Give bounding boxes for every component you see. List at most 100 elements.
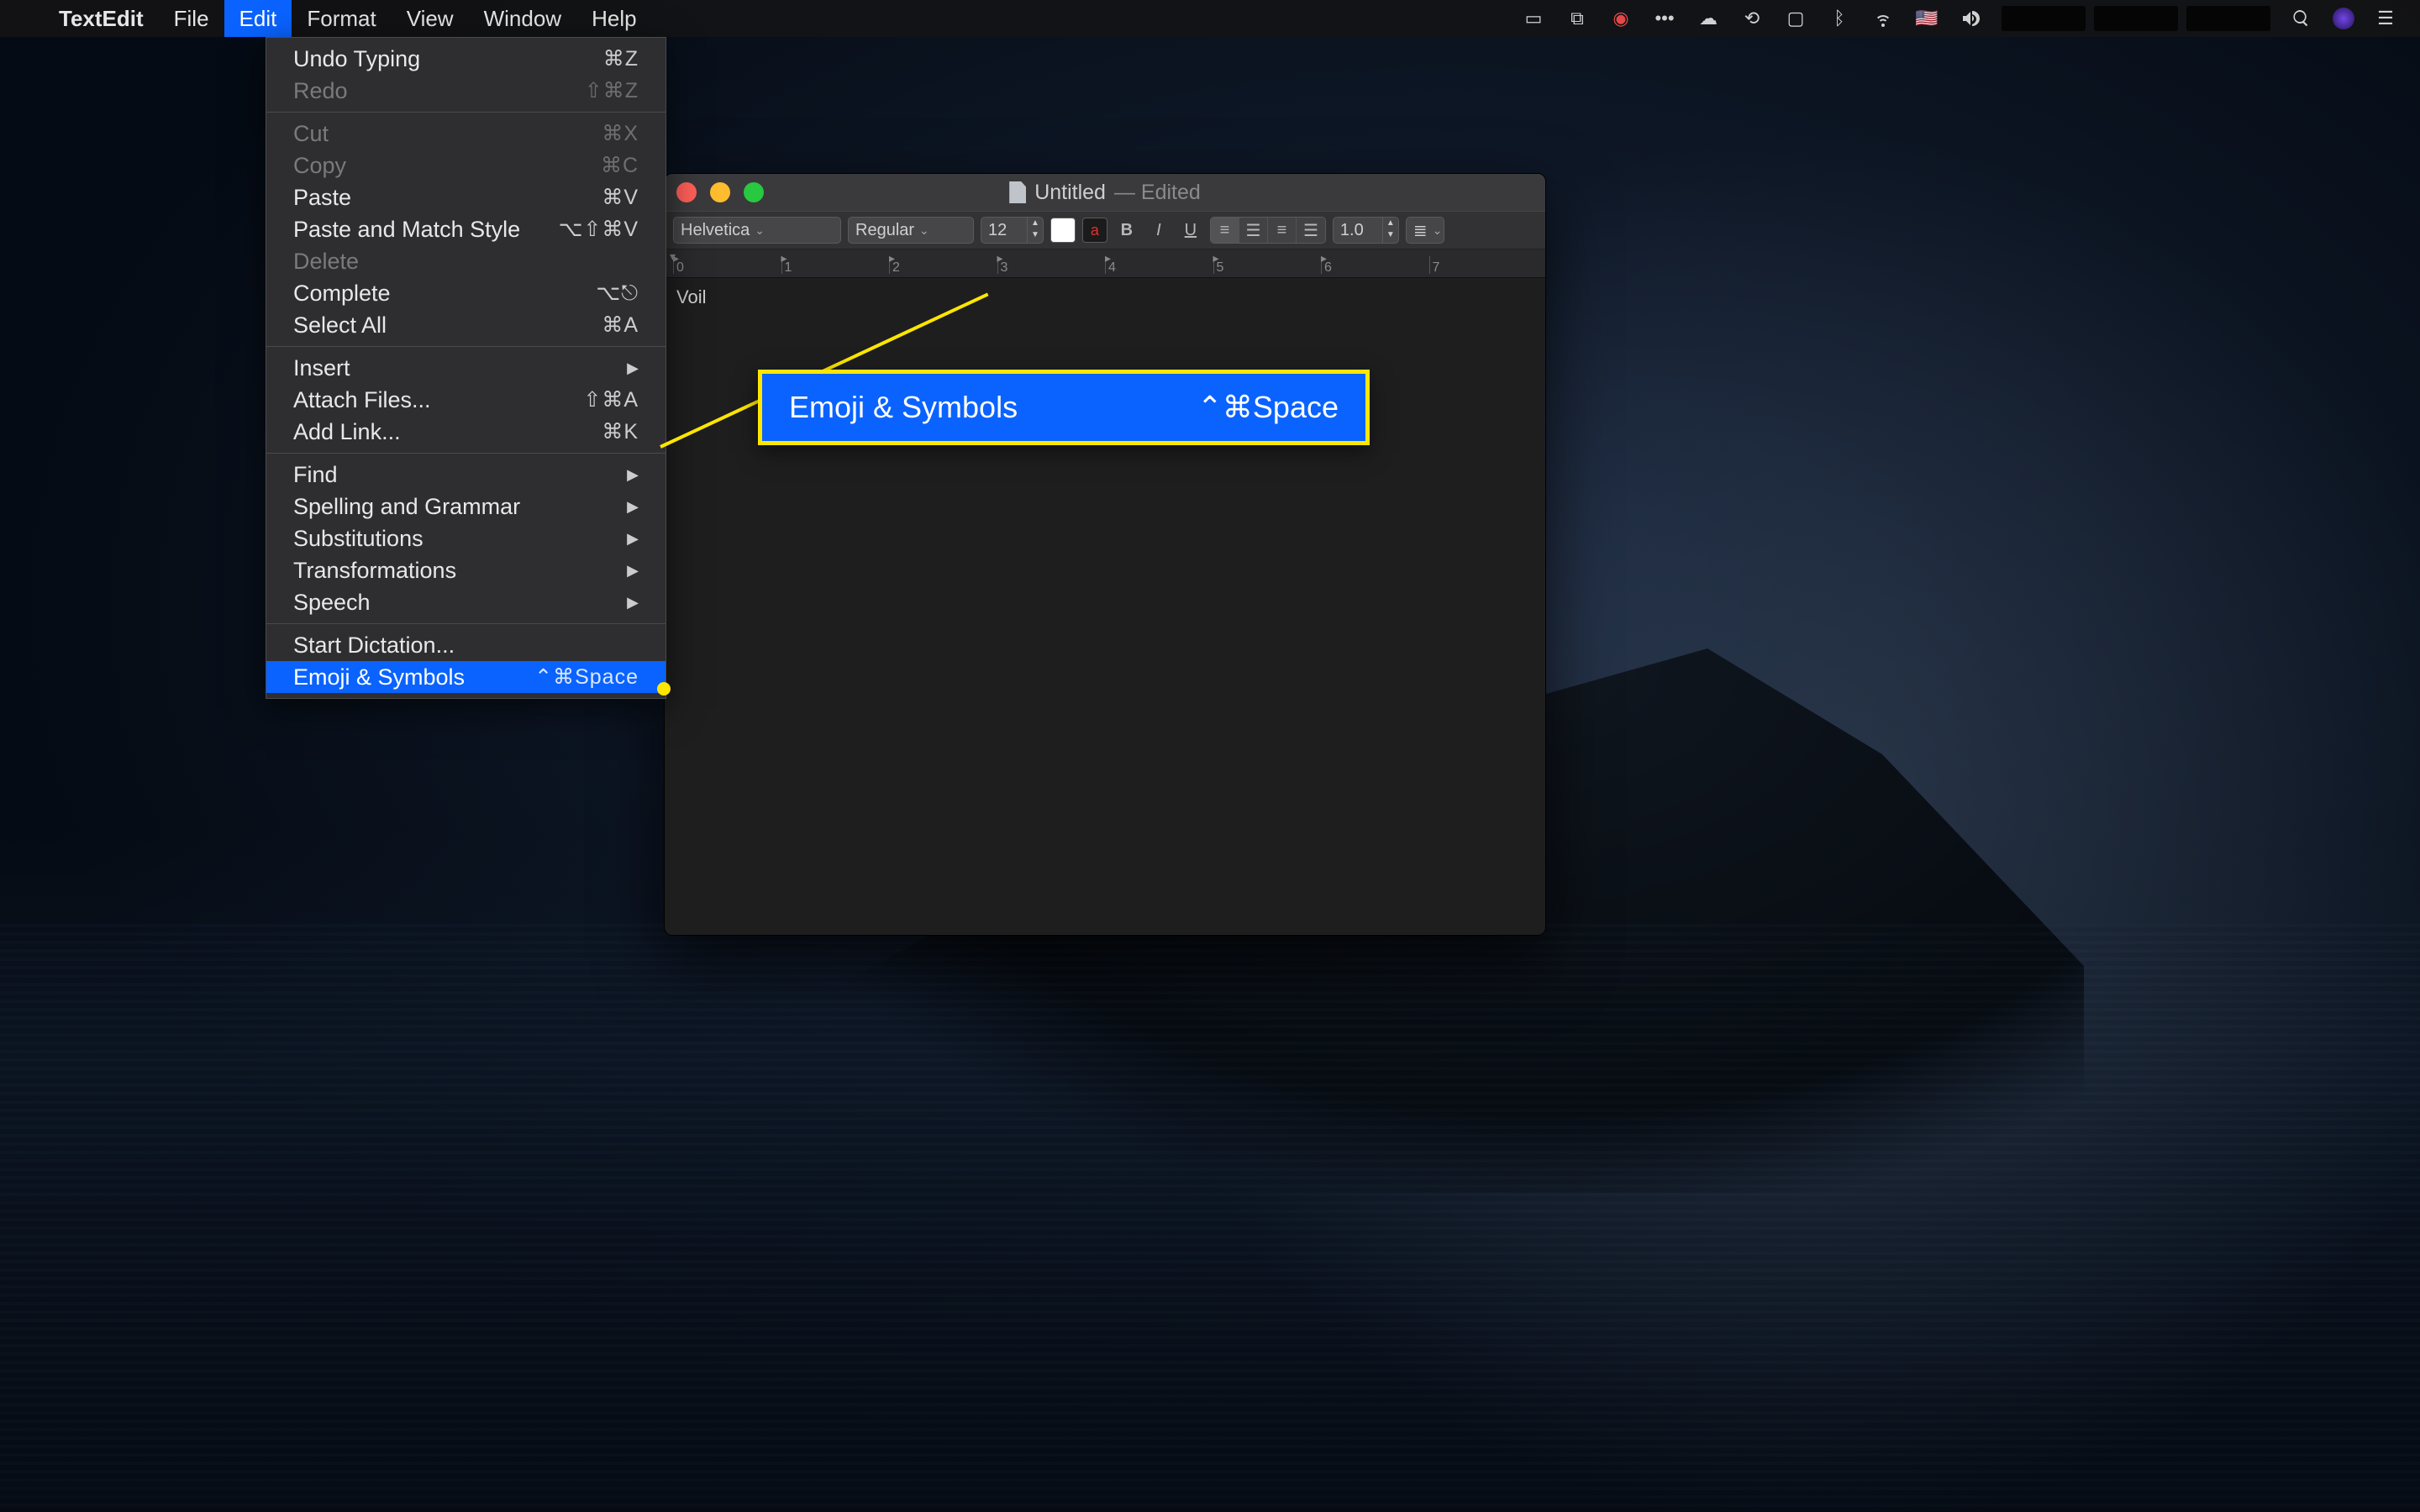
callout-shortcut: ⌃⌘Space: [1197, 390, 1339, 425]
text-color-swatch[interactable]: a: [1082, 218, 1107, 243]
ruler-number: 7: [1433, 260, 1440, 276]
annotation-callout: Emoji & Symbols ⌃⌘Space: [758, 370, 1370, 445]
menu-item-spelling[interactable]: Spelling and Grammar ▶: [266, 491, 666, 522]
close-button[interactable]: [676, 182, 697, 202]
callout-label: Emoji & Symbols: [789, 390, 1018, 425]
flag-us-icon[interactable]: 🇺🇸: [1914, 6, 1939, 31]
app-name-menu[interactable]: TextEdit: [44, 0, 159, 37]
bluetooth-icon[interactable]: ᛒ: [1827, 6, 1852, 31]
menu-separator: [266, 623, 666, 624]
textedit-window: Untitled — Edited Helvetica ⌄ Regular ⌄ …: [664, 173, 1546, 936]
step-down-icon[interactable]: ▼: [1383, 229, 1398, 241]
font-family-select[interactable]: Helvetica ⌄: [673, 217, 841, 244]
apple-menu[interactable]: [13, 0, 44, 37]
menu-format[interactable]: Format: [292, 0, 391, 37]
italic-button[interactable]: I: [1146, 218, 1171, 243]
title-text: Untitled: [1034, 181, 1106, 205]
menu-edit[interactable]: Edit: [224, 0, 292, 37]
menu-item-add-link[interactable]: Add Link... ⌘K: [266, 416, 666, 448]
menu-item-emoji-symbols[interactable]: Emoji & Symbols ⌃⌘Space: [266, 661, 666, 693]
chevron-right-icon: ▶: [627, 360, 639, 377]
chevron-right-icon: ▶: [627, 562, 639, 580]
ruler-number: 1: [785, 260, 792, 276]
chevron-right-icon: ▶: [627, 594, 639, 612]
dropbox-icon[interactable]: ⧉: [1565, 6, 1590, 31]
siri-icon[interactable]: [2333, 8, 2354, 29]
menu-item-speech[interactable]: Speech ▶: [266, 586, 666, 618]
align-center-button[interactable]: ☰: [1239, 218, 1268, 243]
window-controls: [676, 182, 764, 202]
document-icon: [1009, 181, 1026, 203]
minimize-button[interactable]: [710, 182, 730, 202]
menu-item-start-dictation[interactable]: Start Dictation...: [266, 629, 666, 661]
step-down-icon[interactable]: ▼: [1028, 229, 1043, 241]
spotlight-icon[interactable]: [2289, 6, 2314, 31]
ruler-number: 0: [676, 260, 684, 276]
display-icon[interactable]: ▭: [1521, 6, 1546, 31]
menu-item-substitutions[interactable]: Substitutions ▶: [266, 522, 666, 554]
align-right-button[interactable]: ≡: [1268, 218, 1297, 243]
title-subtitle: — Edited: [1114, 181, 1201, 205]
ruler-number: 5: [1217, 260, 1224, 276]
list-icon: ≣: [1413, 220, 1428, 241]
menu-file[interactable]: File: [159, 0, 224, 37]
notifications-icon[interactable]: ☰: [2373, 6, 2398, 31]
annotation-dot: [657, 682, 671, 696]
step-up-icon[interactable]: ▲: [1383, 218, 1398, 229]
cloud-icon[interactable]: ☁: [1696, 6, 1721, 31]
record-icon[interactable]: ◉: [1608, 6, 1634, 31]
menu-item-redo[interactable]: Redo ⇧⌘Z: [266, 75, 666, 107]
menu-view[interactable]: View: [392, 0, 469, 37]
chevron-right-icon: ▶: [627, 466, 639, 484]
ruler-number: 3: [1001, 260, 1008, 276]
menu-item-complete[interactable]: Complete ⌥⎋: [266, 277, 666, 309]
zoom-button[interactable]: [744, 182, 764, 202]
ruler[interactable]: ▾ ▸0 ▸1 ▸2 ▸3 ▸4 ▸5 ▸6 7: [665, 249, 1545, 278]
step-up-icon[interactable]: ▲: [1028, 218, 1043, 229]
menu-item-insert[interactable]: Insert ▶: [266, 352, 666, 384]
chevron-right-icon: ▶: [627, 498, 639, 516]
volume-icon[interactable]: [1958, 6, 1983, 31]
airplay-icon[interactable]: ▢: [1783, 6, 1808, 31]
menu-item-copy[interactable]: Copy ⌘C: [266, 150, 666, 181]
menu-bar: TextEdit File Edit Format View Window He…: [0, 0, 2420, 37]
menu-item-paste[interactable]: Paste ⌘V: [266, 181, 666, 213]
edit-dropdown-menu: Undo Typing ⌘Z Redo ⇧⌘Z Cut ⌘X Copy ⌘C P…: [266, 37, 666, 699]
menu-item-attach-files[interactable]: Attach Files... ⇧⌘A: [266, 384, 666, 416]
menu-bar-status: ▭ ⧉ ◉ ••• ☁ ⟲ ▢ ᛒ 🇺🇸 ☰: [1521, 6, 2407, 31]
fill-color-swatch[interactable]: [1050, 218, 1076, 243]
document-text: Voil: [676, 286, 706, 307]
ruler-number: 6: [1324, 260, 1332, 276]
wallpaper-waves: [0, 924, 2420, 1512]
menu-item-undo[interactable]: Undo Typing ⌘Z: [266, 43, 666, 75]
menu-window[interactable]: Window: [469, 0, 576, 37]
chevron-down-icon: ⌄: [1433, 223, 1443, 238]
dots-icon[interactable]: •••: [1652, 6, 1677, 31]
bold-button[interactable]: B: [1114, 218, 1139, 243]
align-left-button[interactable]: ≡: [1211, 218, 1239, 243]
menu-separator: [266, 346, 666, 347]
list-style-select[interactable]: ≣ ⌄: [1406, 217, 1444, 244]
menu-item-delete[interactable]: Delete: [266, 245, 666, 277]
menu-item-transformations[interactable]: Transformations ▶: [266, 554, 666, 586]
line-spacing-stepper[interactable]: 1.0 ▲▼: [1333, 217, 1399, 244]
format-toolbar: Helvetica ⌄ Regular ⌄ 12 ▲▼ a B I U ≡ ☰ …: [665, 211, 1545, 249]
chevron-updown-icon: ⌄: [919, 223, 929, 238]
font-size-stepper[interactable]: 12 ▲▼: [981, 217, 1044, 244]
menu-separator: [266, 453, 666, 454]
font-style-select[interactable]: Regular ⌄: [848, 217, 974, 244]
timemachine-icon[interactable]: ⟲: [1739, 6, 1765, 31]
wifi-icon[interactable]: [1870, 6, 1896, 31]
ruler-number: 2: [892, 260, 900, 276]
chevron-right-icon: ▶: [627, 530, 639, 548]
menu-item-find[interactable]: Find ▶: [266, 459, 666, 491]
redacted-area: [2002, 6, 2270, 31]
menu-item-paste-match[interactable]: Paste and Match Style ⌥⇧⌘V: [266, 213, 666, 245]
window-titlebar[interactable]: Untitled — Edited: [665, 174, 1545, 211]
menu-item-select-all[interactable]: Select All ⌘A: [266, 309, 666, 341]
underline-button[interactable]: U: [1178, 218, 1203, 243]
menu-help[interactable]: Help: [576, 0, 651, 37]
chevron-updown-icon: ⌄: [755, 223, 765, 238]
align-justify-button[interactable]: ☰: [1297, 218, 1325, 243]
menu-item-cut[interactable]: Cut ⌘X: [266, 118, 666, 150]
